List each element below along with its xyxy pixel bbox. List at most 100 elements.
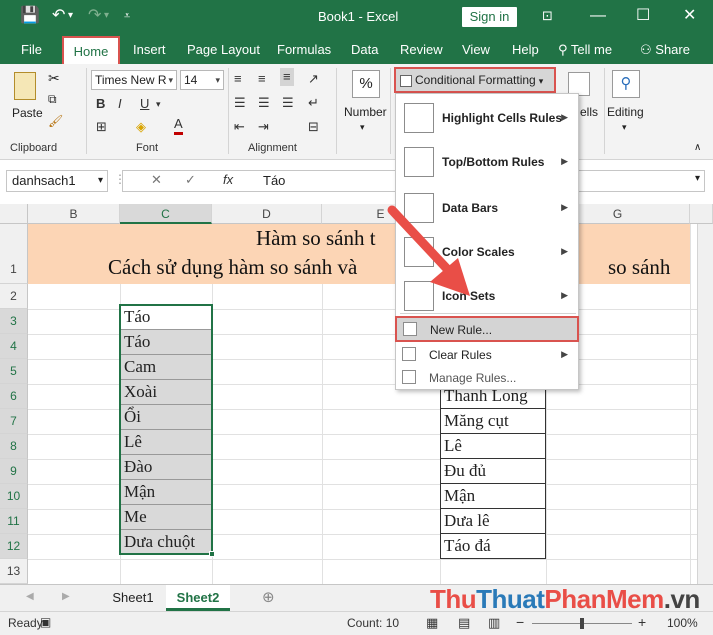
menu-clear-rules[interactable]: Clear Rules ▶ [396,344,578,366]
add-sheet-icon[interactable]: ⊕ [262,588,275,606]
tab-view[interactable]: View [462,42,490,57]
tab-home[interactable]: Home [62,36,120,64]
row-header[interactable]: 13 [0,559,28,584]
cell-f8[interactable]: Lê [440,434,546,459]
conditional-formatting-button[interactable]: Conditional Formatting ▾ [394,67,556,93]
undo-icon[interactable]: ↶ [52,7,65,25]
undo-dropdown-icon[interactable]: ▾ [68,7,73,25]
row-header[interactable]: 1 [0,224,28,284]
row-header[interactable]: 7 [0,409,28,434]
fill-handle[interactable] [209,551,215,557]
tell-me-search[interactable]: ⚲ Tell me [558,42,612,58]
italic-button[interactable]: I [118,95,122,113]
minimize-icon[interactable]: — [590,6,606,26]
menu-color-scales[interactable]: Color Scales ▶ [396,232,578,272]
merge-center-icon[interactable]: ⊟ [308,118,319,136]
cancel-icon[interactable]: ✕ [151,172,162,188]
align-left-icon[interactable]: ☰ [234,94,246,112]
row-header[interactable]: 11 [0,509,28,534]
vertical-scrollbar[interactable] [697,224,713,584]
tab-review[interactable]: Review [400,42,443,57]
zoom-out-icon[interactable]: − [516,614,524,630]
page-break-view-icon[interactable]: ▥ [488,615,500,631]
font-size-combo[interactable]: 14 ▾ [180,70,224,90]
scroll-right-icon[interactable]: ▶ [62,591,70,602]
tab-help[interactable]: Help [512,42,539,57]
middle-align-icon[interactable]: ≡ [258,70,266,88]
format-painter-icon[interactable]: 🖌 [48,114,63,128]
zoom-in-icon[interactable]: + [638,614,646,630]
number-group-label[interactable]: Number [344,105,387,119]
menu-data-bars[interactable]: Data Bars ▶ [396,188,578,228]
borders-icon[interactable]: ⊞ [96,118,107,136]
share-button[interactable]: ⚇ Share [640,42,690,58]
tab-page-layout[interactable]: Page Layout [187,42,260,57]
customize-toolbar-icon[interactable]: ⩡ [124,7,130,25]
normal-view-icon[interactable]: ▦ [426,615,438,631]
cell-f9[interactable]: Đu đủ [440,459,546,484]
bottom-align-icon[interactable]: ≡ [280,68,294,86]
ribbon-display-icon[interactable]: ⊡ [542,6,553,26]
tab-file[interactable]: File [21,42,42,57]
macro-record-icon[interactable]: ▣ [40,615,51,629]
cut-icon[interactable]: ✂ [48,70,60,87]
sign-in-button[interactable]: Sign in [462,7,517,27]
row-header[interactable]: 12 [0,534,28,559]
top-align-icon[interactable]: ≡ [234,70,242,88]
tab-formulas[interactable]: Formulas [277,42,331,57]
cell-f10[interactable]: Mận [440,484,546,509]
column-header-c[interactable]: C [120,204,212,224]
menu-highlight-cells-rules[interactable]: Highlight Cells Rules ▶ [396,98,578,138]
page-layout-view-icon[interactable]: ▤ [458,615,470,631]
row-header[interactable]: 4 [0,334,28,359]
cell-f12[interactable]: Táo đá [440,534,546,559]
fill-color-icon[interactable]: ◈ [136,118,146,136]
name-box[interactable]: danhsach1 ▾ [6,170,108,192]
sheet-tab-sheet2[interactable]: Sheet2 [166,585,230,611]
insert-function-icon[interactable]: fx [223,172,233,187]
zoom-level[interactable]: 100% [667,616,698,630]
chevron-down-icon[interactable]: ▾ [156,95,161,113]
column-header-h[interactable] [690,204,713,224]
formula-input[interactable]: Táo [263,171,285,191]
row-header[interactable]: 2 [0,284,28,309]
font-color-icon[interactable]: A [174,116,183,135]
cell-f11[interactable]: Dưa lê [440,509,546,534]
sheet-tab-sheet1[interactable]: Sheet1 [104,585,162,611]
align-right-icon[interactable]: ☰ [282,94,294,112]
menu-top-bottom-rules[interactable]: Top/Bottom Rules ▶ [396,142,578,182]
collapse-ribbon-icon[interactable]: ∧ [694,142,701,153]
scroll-left-icon[interactable]: ◀ [26,591,34,602]
save-icon[interactable]: 💾 [20,7,40,25]
title-merged-cell[interactable]: Hàm so sánh t Cách sử dụng hàm so sánh v… [28,224,690,284]
row-header[interactable]: 9 [0,459,28,484]
close-icon[interactable]: ✕ [683,6,696,26]
underline-button[interactable]: U [140,95,149,113]
expand-formula-icon[interactable]: ▾ [695,173,700,184]
wrap-text-icon[interactable]: ↵ [308,94,319,112]
editing-button[interactable]: Editing [607,105,644,119]
row-header[interactable]: 10 [0,484,28,509]
increase-indent-icon[interactable]: ⇥ [258,118,269,136]
tab-insert[interactable]: Insert [133,42,166,57]
row-header[interactable]: 5 [0,359,28,384]
column-header-d[interactable]: D [212,204,322,224]
maximize-icon[interactable]: ☐ [636,6,650,26]
orientation-icon[interactable]: ↗ [308,70,319,88]
search-icon[interactable]: ⚲ [612,70,640,98]
align-center-icon[interactable]: ☰ [258,94,270,112]
row-header[interactable]: 8 [0,434,28,459]
cells-group-label[interactable]: ells [580,105,598,119]
select-all-corner[interactable] [0,204,28,224]
menu-new-rule[interactable]: New Rule... [395,316,579,342]
font-name-combo[interactable]: Times New R ▾ [91,70,177,90]
cell-f7[interactable]: Măng cụt [440,409,546,434]
number-format-button[interactable]: % [352,70,380,98]
decrease-indent-icon[interactable]: ⇤ [234,118,245,136]
column-header-b[interactable]: B [28,204,120,224]
menu-manage-rules[interactable]: Manage Rules... [396,367,578,389]
enter-icon[interactable]: ✓ [185,172,196,188]
zoom-slider-thumb[interactable] [580,618,584,629]
row-header[interactable]: 6 [0,384,28,409]
menu-icon-sets[interactable]: Icon Sets ▶ [396,276,578,316]
